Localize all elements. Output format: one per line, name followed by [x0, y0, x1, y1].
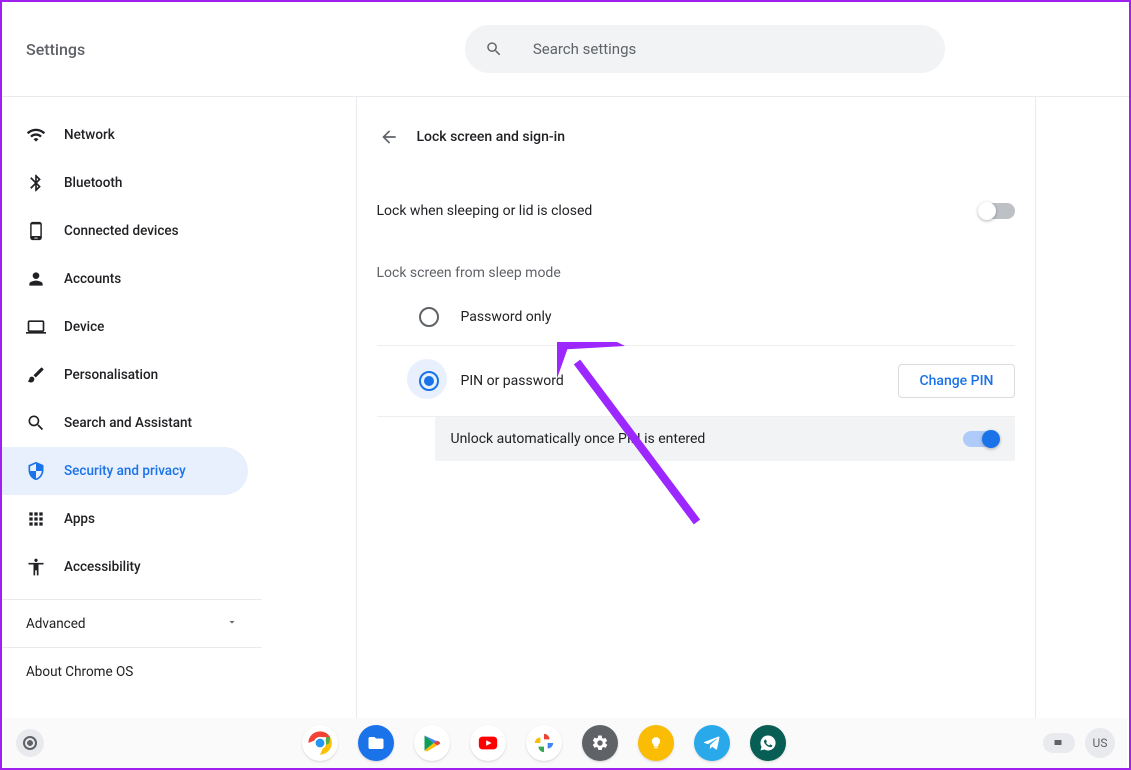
- sidebar-item-label: Bluetooth: [64, 175, 122, 191]
- apps-icon: [26, 509, 46, 529]
- sidebar-item-label: Security and privacy: [64, 463, 186, 479]
- sidebar-item-personalisation[interactable]: Personalisation: [2, 351, 248, 399]
- shelf-app-telegram[interactable]: [694, 725, 730, 761]
- lock-from-sleep-heading: Lock screen from sleep mode: [377, 265, 1015, 281]
- shelf-app-keep[interactable]: [638, 725, 674, 761]
- shelf-app-files[interactable]: [358, 725, 394, 761]
- search-icon: [26, 413, 46, 433]
- sidebar-nav: Network Bluetooth Connected devices Acco…: [2, 97, 262, 718]
- sidebar-item-accounts[interactable]: Accounts: [2, 255, 248, 303]
- sidebar-item-label: Device: [64, 319, 104, 335]
- sidebar-item-label: Accounts: [64, 271, 121, 287]
- lock-sleep-toggle[interactable]: [979, 203, 1015, 219]
- shield-icon: [26, 461, 46, 481]
- sidebar-item-device[interactable]: Device: [2, 303, 248, 351]
- radio-pin-or-password[interactable]: PIN or password Change PIN: [377, 346, 1015, 417]
- shelf-app-youtube[interactable]: [470, 725, 506, 761]
- shelf-app-whatsapp[interactable]: [750, 725, 786, 761]
- search-box[interactable]: [465, 25, 945, 73]
- search-icon: [485, 39, 503, 59]
- radio-password-label: Password only: [461, 309, 552, 325]
- sidebar-item-label: Network: [64, 127, 115, 143]
- sidebar-item-label: Personalisation: [64, 367, 158, 383]
- sidebar-item-bluetooth[interactable]: Bluetooth: [2, 159, 248, 207]
- bluetooth-icon: [26, 173, 46, 193]
- phone-icon: [26, 221, 46, 241]
- sidebar-item-label: Connected devices: [64, 223, 179, 239]
- page-title: Lock screen and sign-in: [417, 129, 566, 145]
- accessibility-icon: [26, 557, 46, 577]
- sidebar-item-label: Search and Assistant: [64, 415, 192, 431]
- sidebar-item-label: Accessibility: [64, 559, 141, 575]
- chevron-down-icon: [226, 616, 238, 632]
- radio-icon: [419, 307, 439, 327]
- radio-icon-selected: [419, 371, 439, 391]
- search-input[interactable]: [533, 40, 925, 58]
- shelf-app-settings[interactable]: [582, 725, 618, 761]
- launcher-button[interactable]: [16, 729, 44, 757]
- keyboard-indicator[interactable]: US: [1085, 728, 1115, 758]
- shelf-app-photos[interactable]: [526, 725, 562, 761]
- sidebar-item-connected-devices[interactable]: Connected devices: [2, 207, 248, 255]
- shelf: US: [4, 718, 1127, 768]
- sidebar-item-search-assistant[interactable]: Search and Assistant: [2, 399, 248, 447]
- radio-password-only[interactable]: Password only: [377, 289, 1015, 346]
- sidebar-item-network[interactable]: Network: [2, 111, 248, 159]
- shelf-app-playstore[interactable]: [414, 725, 450, 761]
- sidebar-advanced[interactable]: Advanced: [2, 599, 262, 647]
- app-title: Settings: [26, 40, 85, 59]
- shelf-app-chrome[interactable]: [302, 725, 338, 761]
- wifi-icon: [26, 125, 46, 145]
- sidebar-item-apps[interactable]: Apps: [2, 495, 248, 543]
- sidebar-item-accessibility[interactable]: Accessibility: [2, 543, 248, 591]
- auto-unlock-label: Unlock automatically once PIN is entered: [451, 431, 706, 447]
- arrow-back-icon: [379, 127, 399, 147]
- person-icon: [26, 269, 46, 289]
- back-button[interactable]: [377, 125, 401, 149]
- lock-sleep-label: Lock when sleeping or lid is closed: [377, 203, 593, 219]
- sidebar-about[interactable]: About Chrome OS: [2, 647, 262, 696]
- status-tray[interactable]: [1043, 733, 1075, 753]
- laptop-icon: [26, 317, 46, 337]
- radio-pin-label: PIN or password: [461, 373, 564, 389]
- auto-unlock-toggle[interactable]: [963, 431, 999, 447]
- brush-icon: [26, 365, 46, 385]
- sidebar-item-security[interactable]: Security and privacy: [2, 447, 248, 495]
- sidebar-advanced-label: Advanced: [26, 616, 86, 632]
- change-pin-button[interactable]: Change PIN: [898, 364, 1014, 398]
- sidebar-item-label: Apps: [64, 511, 95, 527]
